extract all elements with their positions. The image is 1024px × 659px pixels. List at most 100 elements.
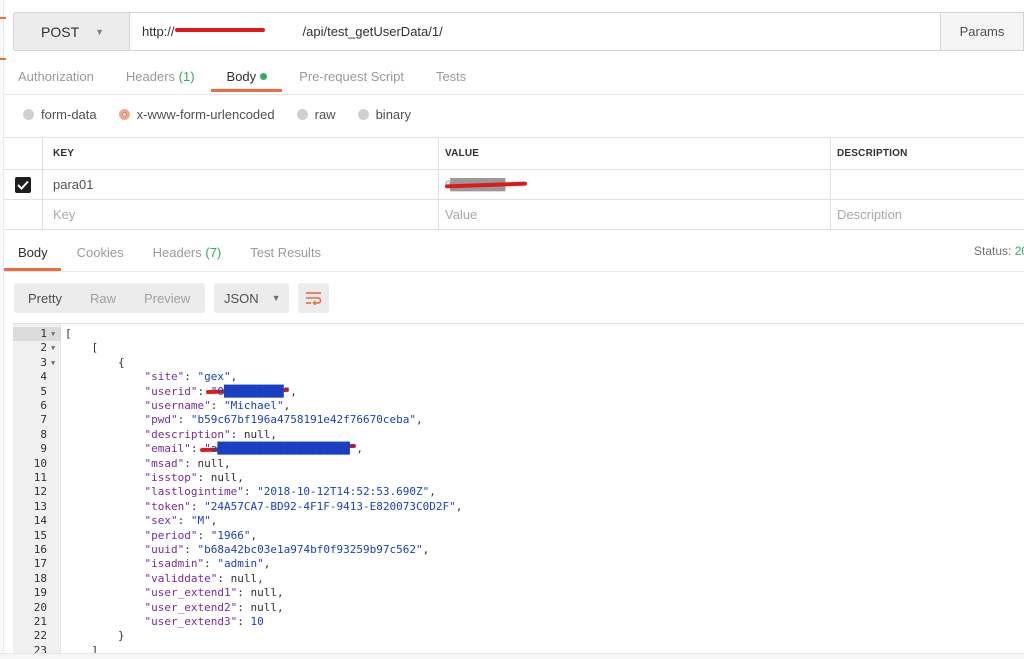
tab-count: (7) — [201, 245, 222, 260]
radio-icon — [357, 108, 369, 120]
code-text: "pwd": "b59c67bf196a4758191e42f76670ceba… — [144, 413, 423, 427]
code-line: 2 ▼ [ — [13, 341, 1024, 355]
line-number: 15 — [33, 528, 47, 542]
code-text: "user_extend1": null, — [144, 586, 284, 600]
wrap-lines-button[interactable] — [298, 283, 329, 313]
code-line: 14 "sex": "M", — [13, 514, 1024, 528]
format-select[interactable]: JSON ▼ — [214, 283, 289, 313]
status-code: 20 — [1014, 244, 1024, 258]
params-button[interactable]: Params — [940, 12, 1024, 51]
code-text: "email": "a████████████████████", — [144, 442, 364, 456]
method-label: POST — [41, 23, 80, 40]
line-number: 12 — [33, 485, 47, 499]
line-number: 4 — [40, 370, 47, 384]
header-value: VALUE — [439, 138, 831, 169]
header-key: KEY — [43, 138, 439, 169]
view-pretty[interactable]: Pretty — [14, 291, 76, 306]
view-preview[interactable]: Preview — [130, 291, 204, 306]
view-raw[interactable]: Raw — [76, 291, 130, 306]
response-tabs: Body Cookies Headers (7) Test Results — [18, 245, 350, 267]
line-number: 8 — [40, 427, 47, 441]
code-line: 10 "msad": null, — [13, 457, 1024, 471]
tab-headers[interactable]: Headers (1) — [126, 66, 195, 94]
request-bar: POST ▼ http://​/api/test_getUserData/1/ … — [13, 12, 1024, 51]
code-line: 9 "email": "a████████████████████", — [13, 442, 1024, 456]
tab-pre-request-script[interactable]: Pre-request Script — [299, 66, 404, 94]
edge-marker — [0, 58, 6, 60]
code-text: "user_extend3": 10 — [144, 615, 264, 628]
line-number: 20 — [33, 600, 47, 614]
header-description: DESCRIPTION — [837, 148, 908, 159]
row-value[interactable]: 0████████ — [439, 170, 831, 199]
request-tab-underline — [211, 89, 282, 92]
key-input[interactable]: Key — [43, 200, 439, 229]
code-line: 19 "user_extend1": null, — [13, 586, 1024, 600]
tab-label: Body — [18, 245, 48, 260]
response-tab-test-results[interactable]: Test Results — [250, 245, 321, 267]
code-text: "lastlogintime": "2018-10-12T14:52:53.69… — [144, 485, 436, 499]
line-number: 18 — [33, 571, 47, 585]
code-text: "username": "Michael", — [144, 399, 291, 412]
code-line: 22 } — [13, 629, 1024, 643]
row-key[interactable]: para01 — [43, 170, 439, 199]
description-input[interactable]: Description — [831, 200, 1024, 229]
code-text: [ — [65, 341, 99, 355]
caret-down-icon: ▼ — [95, 26, 105, 37]
code-line: 7 "pwd": "b59c67bf196a4758191e42f76670ce… — [13, 413, 1024, 427]
response-body-editor[interactable]: 1 ▼[2 ▼ [3 ▼ {4 "site": "gex", 5 "userid": "… — [13, 323, 1024, 659]
radio-x-www-form-urlencoded[interactable]: x-www-form-urlencoded — [118, 107, 275, 122]
tab-authorization[interactable]: Authorization — [18, 66, 94, 94]
fold-arrow-icon[interactable]: ▼ — [51, 327, 55, 341]
table-header: KEY VALUE DESCRIPTION — [4, 138, 1024, 170]
wrap-lines-icon — [305, 292, 321, 305]
redaction-mark — [175, 28, 265, 32]
fold-arrow-icon[interactable]: ▼ — [51, 356, 55, 370]
code-line: 5 "userid": "0█████████", — [13, 385, 1024, 399]
code-text: "period": "1966", — [144, 528, 258, 542]
response-tab-headers[interactable]: Headers (7) — [153, 245, 222, 267]
caret-down-icon: ▼ — [271, 293, 281, 303]
response-tab-body[interactable]: Body — [18, 245, 48, 267]
fold-arrow-icon[interactable]: ▼ — [51, 341, 55, 355]
code-line: 12 "lastlogintime": "2018-10-12T14:52:53… — [13, 485, 1024, 499]
code-text: "userid": "0█████████", — [144, 384, 297, 398]
radio-raw[interactable]: raw — [296, 106, 336, 122]
tab-tests[interactable]: Tests — [436, 66, 466, 94]
code-text: "isadmin": "admin", — [144, 557, 271, 571]
radio-label: binary — [375, 106, 411, 122]
radio-icon — [118, 108, 130, 120]
radio-icon — [296, 108, 308, 120]
line-number: 6 — [40, 399, 47, 412]
line-number: 16 — [33, 543, 47, 556]
code-line: 4 "site": "gex", — [13, 370, 1024, 384]
divider — [4, 94, 1024, 95]
radio-binary[interactable]: binary — [357, 106, 411, 122]
line-number: 14 — [33, 514, 47, 528]
check-icon — [17, 180, 29, 190]
value-input[interactable]: Value — [439, 200, 831, 229]
left-edge — [0, 0, 4, 659]
code-line: 16 "uuid": "b68a42bc03e1a974bf0f93259b97… — [13, 543, 1024, 557]
row-checkbox[interactable] — [15, 176, 31, 193]
line-number: 10 — [33, 456, 47, 470]
row-description[interactable] — [831, 170, 1024, 199]
code-line: 6 "username": "Michael", — [13, 399, 1024, 413]
method-select[interactable]: POST ▼ — [13, 12, 130, 51]
code-text: "sex": "M", — [144, 514, 218, 528]
table-row: para01 0████████ — [4, 170, 1024, 200]
edge-marker — [0, 17, 6, 19]
code-line: 20 "user_extend2": null, — [13, 601, 1024, 615]
code-text: } — [65, 629, 125, 643]
line-number: 19 — [33, 586, 47, 600]
body-mode-group: form-data x-www-form-urlencoded raw binary — [23, 104, 433, 124]
radio-label: raw — [314, 106, 336, 122]
radio-form-data[interactable]: form-data — [23, 107, 97, 122]
table-row-empty: Key Value Description — [4, 200, 1024, 230]
code-line: 21 "user_extend3": 10 — [13, 615, 1024, 629]
tab-label: Cookies — [76, 245, 124, 260]
url-input[interactable]: http://​/api/test_getUserData/1/ — [130, 12, 940, 51]
response-tab-cookies[interactable]: Cookies — [77, 245, 124, 267]
url-path: /api/test_getUserData/1/ — [302, 24, 443, 39]
code-text: "validdate": null, — [144, 571, 264, 585]
code-text: "user_extend2": null, — [144, 600, 284, 614]
